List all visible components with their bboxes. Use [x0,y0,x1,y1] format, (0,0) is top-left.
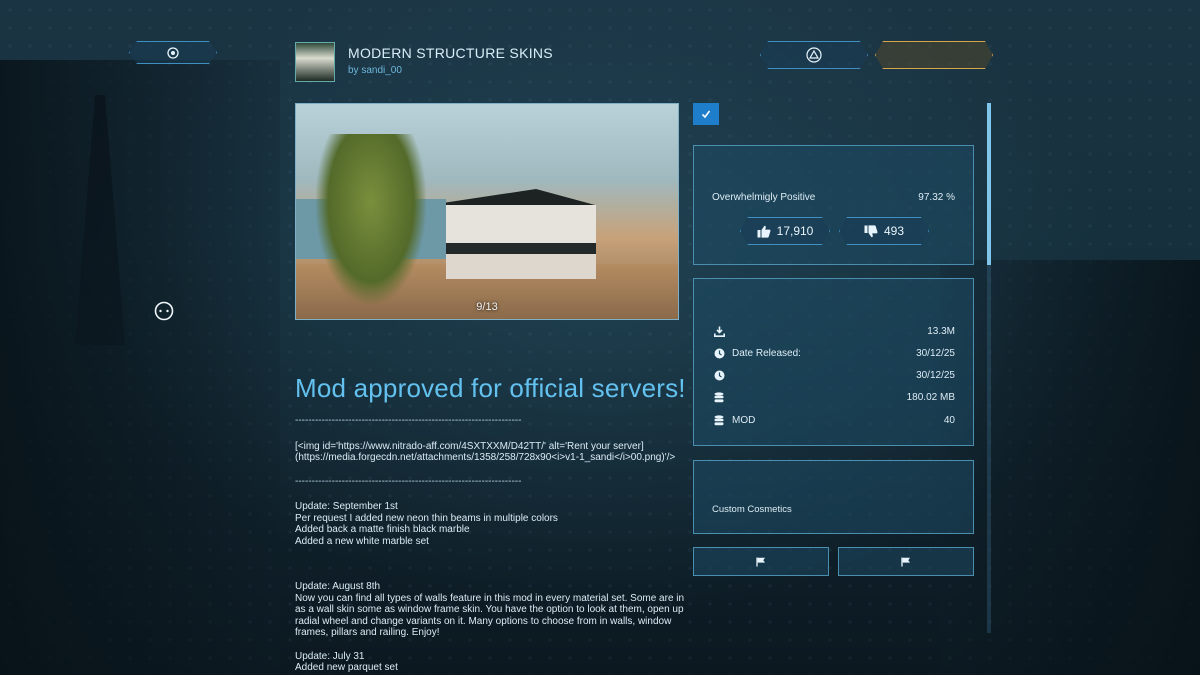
update-line: Added new parquet set [295,662,398,673]
downvote-count: 493 [883,224,905,238]
stat-date-released: Date Released: 30/12/25 [712,346,955,360]
preview-house [446,189,596,279]
check-icon [701,110,711,119]
stat-file-size: 180.02 MB [712,390,955,404]
flag-button[interactable] [838,547,974,576]
description-body: ----------------------------------------… [295,415,685,674]
stats-panel: 13.3M Date Released: 30/12/25 30/12/25 1… [693,278,974,446]
mod-author[interactable]: by sandi_00 [348,65,402,76]
mod-title: MODERN STRUCTURE SKINS [348,45,553,61]
mod-thumbnail [295,42,335,82]
thumbs-down-icon [864,225,878,238]
downvote-button[interactable]: 493 [839,217,929,245]
flag-icon [901,557,910,566]
enable-checkbox[interactable] [693,103,719,125]
date-updated-value: 30/12/25 [916,369,955,381]
background-rocks-right [940,260,1200,675]
mod-value: 40 [943,414,955,426]
database-icon [712,414,726,426]
description-separator: ----------------------------------------… [295,475,522,487]
description-img-markup: [<img id='https://www.nitrado-aff.com/4S… [295,440,676,464]
update-line: Added back a matte finish black marble [295,524,470,535]
upvote-button[interactable]: 17,910 [740,217,830,245]
mod-label: MOD [732,414,756,426]
update-line: Added a new white marble set [295,535,429,547]
category-tag[interactable]: Custom Cosmetics [712,504,792,515]
update-title: Update: August 8th [295,581,381,592]
tags-panel: Custom Cosmetics [693,460,974,534]
update-line: Per request I added new neon thin beams … [295,512,558,524]
background-spire [75,95,125,345]
preview-image[interactable]: 9/13 [295,103,679,320]
file-size-value: 180.02 MB [906,391,955,403]
triangle-icon [806,47,822,63]
upvote-count: 17,910 [776,224,814,238]
stat-mod: MOD 40 [712,413,955,427]
stat-date-updated: 30/12/25 [712,368,955,382]
update-title: Update: September 1st [295,501,398,512]
download-icon [712,326,726,337]
scrollbar-thumb[interactable] [987,103,991,265]
back-button[interactable] [129,41,217,64]
stat-downloads: 13.3M [712,324,955,338]
rating-percent: 97.32 % [918,192,955,203]
gold-action-button[interactable] [875,41,993,69]
update-title: Update: July 31 [295,650,365,662]
clock-icon [712,348,726,359]
database-icon [712,391,726,403]
downloads-value: 13.3M [927,325,955,337]
date-released-label: Date Released: [732,347,801,359]
target-icon [167,47,179,59]
preview-counter: 9/13 [476,301,498,313]
cursor-target-icon [154,301,174,321]
preview-tree [316,134,426,304]
background-rocks-left [0,60,280,675]
thumbs-up-icon [757,225,771,238]
flag-icon [756,557,765,566]
description-heading: Mod approved for official servers! [295,373,686,403]
update-text: Now you can find all types of walls feat… [295,592,687,639]
date-released-value: 30/12/25 [916,347,955,359]
description-separator: ----------------------------------------… [295,415,522,426]
rating-panel: Overwhelmigly Positive 97.32 % 17,910 49… [693,145,974,265]
clock-icon [712,370,726,381]
subscribe-button[interactable] [760,41,868,69]
rating-label: Overwhelmigly Positive [712,192,816,203]
report-button[interactable] [693,547,829,576]
